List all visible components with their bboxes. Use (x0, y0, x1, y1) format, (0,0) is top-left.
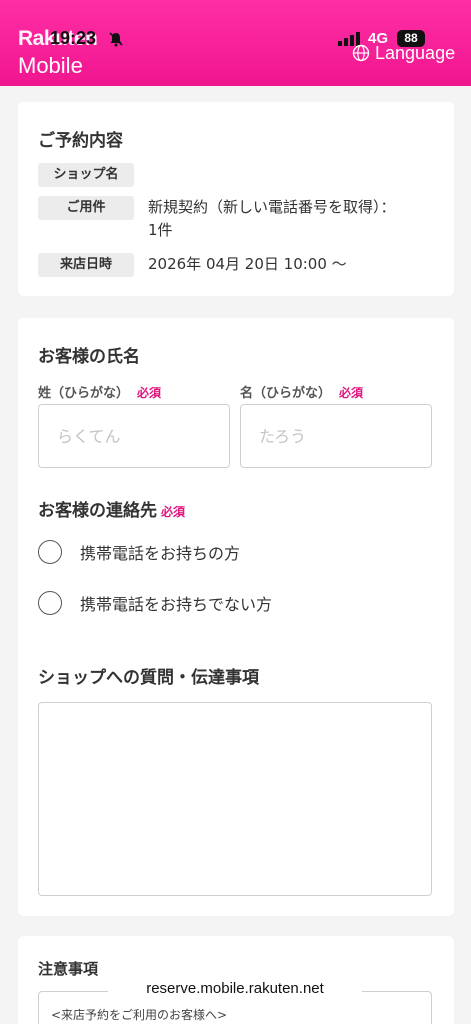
question-title: ショップへの質問・伝達事項 (38, 668, 259, 688)
visit-datetime-label: 来店日時 (38, 253, 134, 277)
brand-logo-mobile: Mobile (18, 53, 83, 78)
purpose-value: 新規契約（新しい電話番号を取得）： 1件 (148, 196, 396, 242)
contact-option-label: 携帯電話をお持ちでない方 (80, 595, 273, 614)
last-name-label: 姓（ひらがな） 必須 (38, 382, 161, 401)
radio-button[interactable] (38, 540, 62, 564)
first-name-label-text: 名（ひらがな） (240, 386, 332, 401)
status-time: 19:23 (50, 28, 97, 48)
globe-icon (352, 44, 370, 62)
required-badge: 必須 (137, 386, 162, 400)
first-name-input[interactable] (240, 404, 432, 468)
bell-off-icon (109, 32, 123, 47)
contact-option-no-mobile[interactable]: 携帯電話をお持ちでない方 (38, 591, 272, 615)
reservation-title: ご予約内容 (38, 131, 123, 151)
required-badge: 必須 (161, 505, 186, 519)
visit-datetime-value: 2026年 04月 20日 10:00 〜 (148, 255, 347, 273)
first-name-label: 名（ひらがな） 必須 (240, 382, 363, 401)
question-textarea[interactable] (38, 702, 432, 896)
purpose-value-line2: 1件 (148, 221, 173, 239)
notes-title: 注意事項 (38, 960, 99, 978)
contact-option-has-mobile[interactable]: 携帯電話をお持ちの方 (38, 540, 240, 564)
customer-name-title: お客様の氏名 (38, 347, 140, 367)
contact-option-label: 携帯電話をお持ちの方 (80, 544, 241, 563)
radio-button[interactable] (38, 591, 62, 615)
app-header: Rakuten 19:23 4G 88 Mobile Language (0, 0, 471, 86)
browser-url-bar[interactable]: reserve.mobile.rakuten.net (108, 971, 362, 1007)
customer-form-card: お客様の氏名 姓（ひらがな）必須 名（ひらがな）必須 お客様の連絡先必須 携帯電… (18, 318, 454, 916)
customer-contact-title: お客様の連絡先 必須 (38, 496, 185, 521)
notes-first-line: <来店予約をご利用のお客様へ> (51, 1008, 228, 1022)
required-badge: 必須 (339, 386, 364, 400)
language-label: Language (375, 42, 456, 63)
last-name-label-text: 姓（ひらがな） (38, 386, 130, 401)
reservation-summary-card: ご予約内容 ショップ名 ご用件 新規契約（新しい電話番号を取得）： 1件 来店日… (18, 102, 454, 296)
customer-contact-title-text: お客様の連絡先 (38, 501, 157, 521)
shop-name-label: ショップ名 (38, 163, 134, 187)
language-button[interactable]: Language (352, 42, 455, 64)
purpose-label: ご用件 (38, 196, 134, 220)
last-name-input[interactable] (38, 404, 230, 468)
purpose-value-line1: 新規契約（新しい電話番号を取得）： (148, 198, 396, 216)
